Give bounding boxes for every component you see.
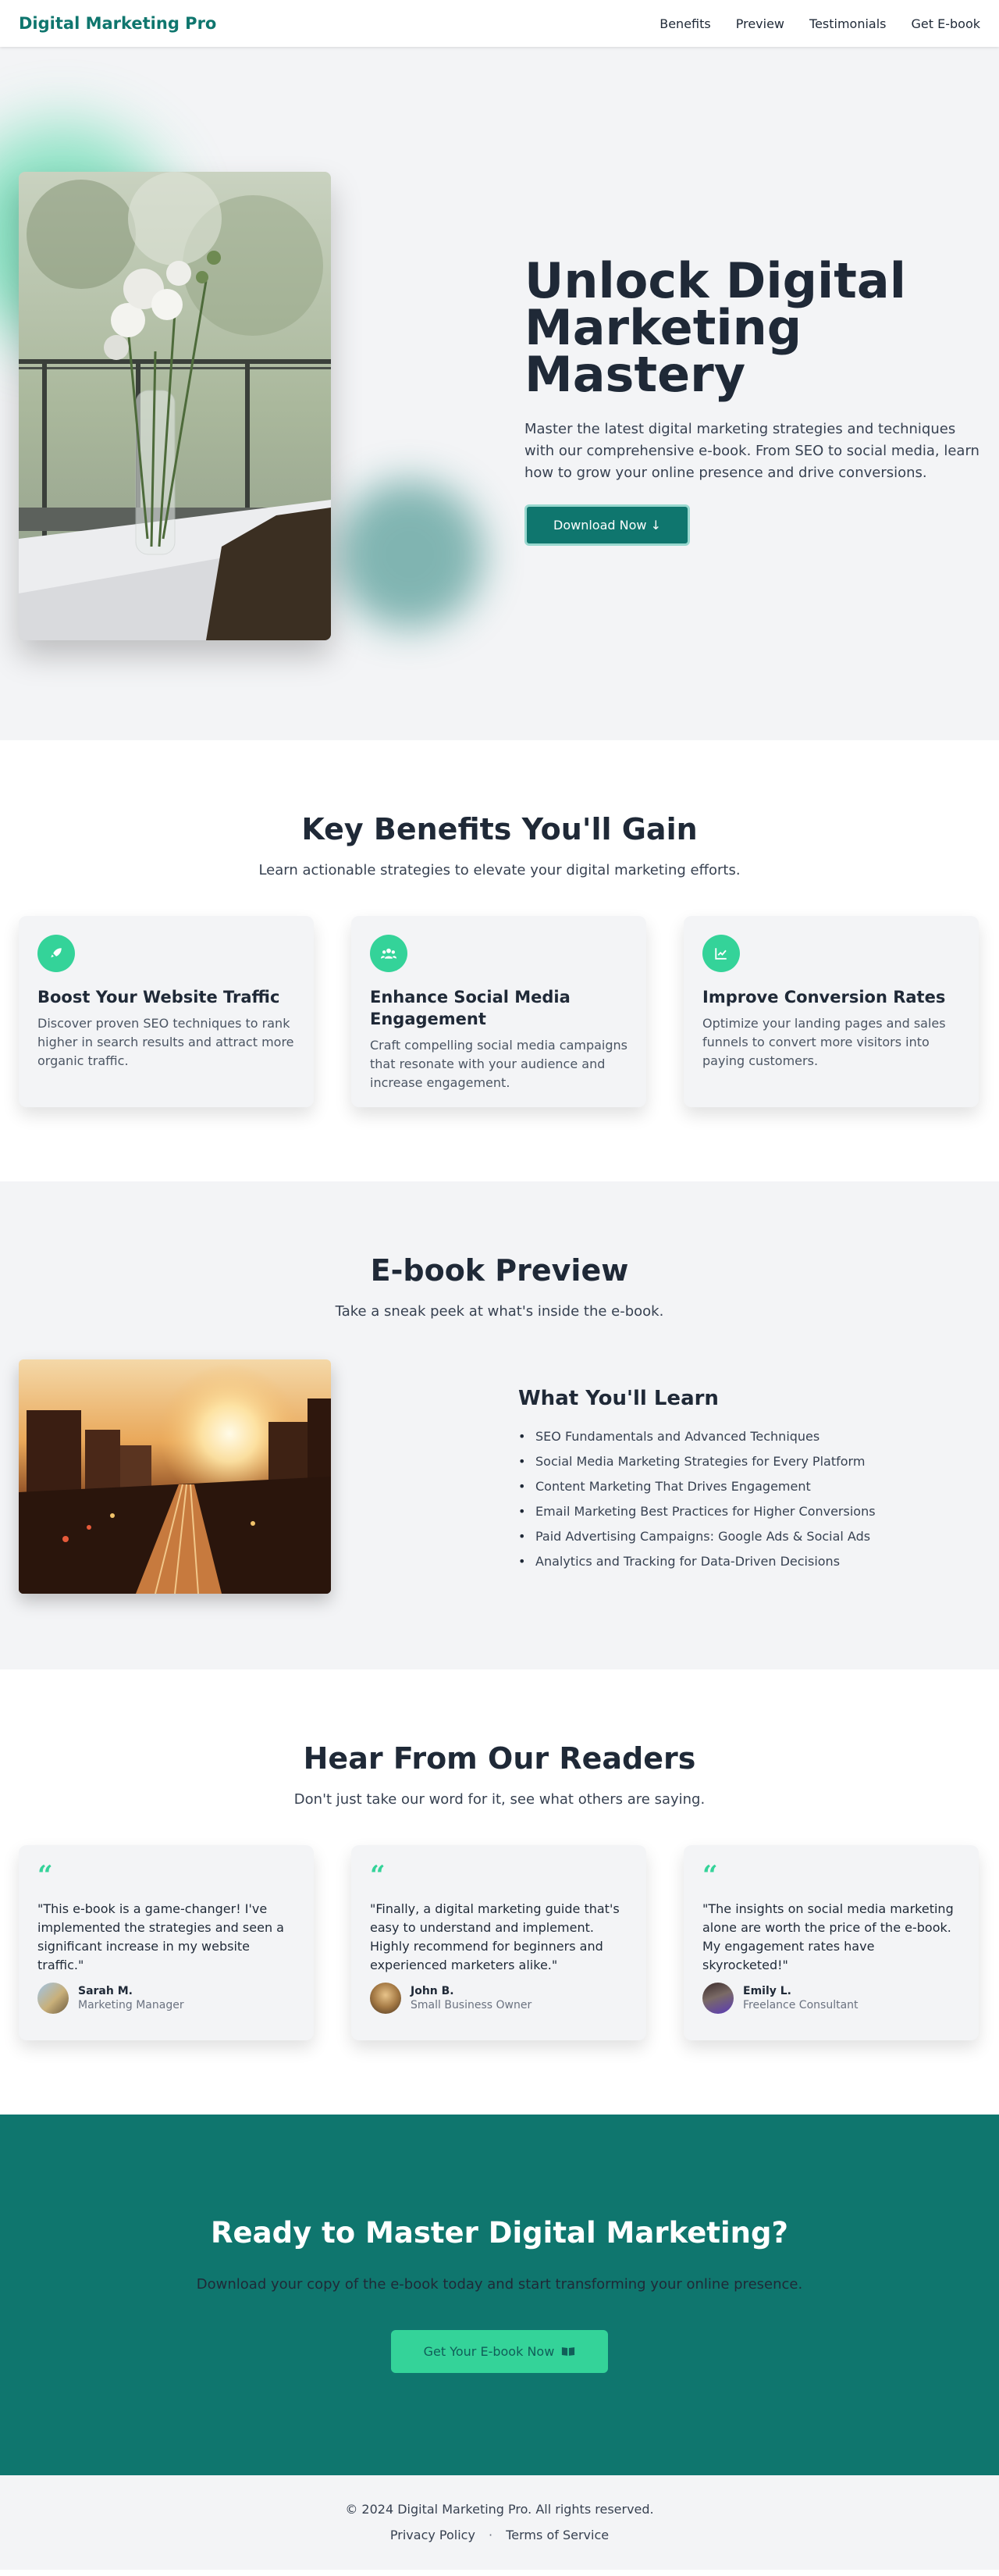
quote-icon: “	[702, 1860, 718, 1891]
footer-copyright: © 2024 Digital Marketing Pro. All rights…	[345, 2502, 654, 2517]
cta-subtitle: Download your copy of the e-book today a…	[196, 2276, 803, 2293]
preview-subtitle: Take a sneak peek at what's inside the e…	[335, 1303, 664, 1320]
learn-title: What You'll Learn	[518, 1387, 719, 1410]
decorative-blob	[336, 480, 484, 629]
learn-item: Social Media Marketing Strategies for Ev…	[518, 1449, 876, 1474]
author-role: Marketing Manager	[78, 1999, 184, 2011]
quote-icon: “	[37, 1860, 53, 1891]
benefits-section: Key Benefits You'll Gain Learn actionabl…	[0, 740, 999, 1181]
testimonials-title: Hear From Our Readers	[303, 1741, 696, 1776]
testimonial-quote: "Finally, a digital marketing guide that…	[370, 1901, 620, 1972]
hero-description: Master the latest digital marketing stra…	[524, 421, 979, 481]
benefit-cards: Boost Your Website Traffic Discover prov…	[19, 916, 980, 1107]
testimonial-author: John B. Small Business Owner	[370, 1983, 627, 2014]
nav-link-preview[interactable]: Preview	[736, 16, 784, 31]
top-navbar: Digital Marketing Pro Benefits Preview T…	[0, 0, 999, 47]
testimonial-card: “ "The insights on social media marketin…	[684, 1845, 979, 2040]
testimonial-cards: “ "This e-book is a game-changer! I've i…	[19, 1845, 980, 2040]
hero-section: Unlock Digital Marketing Mastery Master …	[0, 47, 999, 740]
get-ebook-button[interactable]: Get Your E-book Now	[390, 2330, 609, 2373]
privacy-policy-link[interactable]: Privacy Policy	[390, 2528, 475, 2542]
author-role: Small Business Owner	[411, 1999, 532, 2011]
footer: © 2024 Digital Marketing Pro. All rights…	[0, 2475, 999, 2570]
testimonials-subtitle: Don't just take our word for it, see wha…	[293, 1791, 706, 1808]
preview-section: E-book Preview Take a sneak peek at what…	[0, 1181, 999, 1669]
benefit-card-description: Optimize your landing pages and sales fu…	[702, 1016, 946, 1068]
get-ebook-label: Get Your E-book Now	[423, 2344, 555, 2359]
learn-list: SEO Fundamentals and Advanced Techniques…	[518, 1424, 876, 1574]
benefit-card-social: Enhance Social Media Engagement Craft co…	[351, 916, 646, 1107]
benefit-card-traffic: Boost Your Website Traffic Discover prov…	[19, 916, 314, 1107]
testimonial-card: “ "This e-book is a game-changer! I've i…	[19, 1845, 314, 2040]
testimonial-card: “ "Finally, a digital marketing guide th…	[351, 1845, 646, 2040]
city-sunset-photo	[19, 1359, 331, 1594]
testimonial-quote: "The insights on social media marketing …	[702, 1901, 954, 1972]
users-icon	[370, 935, 407, 972]
brand-logo[interactable]: Digital Marketing Pro	[19, 14, 216, 33]
hero-text: Unlock Digital Marketing Mastery Master …	[524, 252, 985, 546]
book-open-icon	[558, 2344, 575, 2359]
testimonials-section: Hear From Our Readers Don't just take ou…	[0, 1669, 999, 2115]
benefit-card-title: Enhance Social Media Engagement	[370, 988, 571, 1028]
rocket-icon	[37, 935, 75, 972]
author-name: Emily L.	[743, 1985, 791, 1997]
avatar	[37, 1983, 69, 2014]
learn-item: Paid Advertising Campaigns: Google Ads &…	[518, 1524, 876, 1549]
benefit-card-description: Discover proven SEO techniques to rank h…	[37, 1016, 294, 1068]
learn-item: Email Marketing Best Practices for Highe…	[518, 1499, 876, 1524]
testimonial-author: Sarah M. Marketing Manager	[37, 1983, 295, 2014]
benefit-card-description: Craft compelling social media campaigns …	[370, 1038, 628, 1090]
learn-item: Content Marketing That Drives Engagement	[518, 1474, 876, 1499]
avatar	[370, 1983, 401, 2014]
testimonial-quote: "This e-book is a game-changer! I've imp…	[37, 1901, 284, 1972]
hero-title: Unlock Digital Marketing Mastery	[524, 252, 906, 403]
benefits-subtitle: Learn actionable strategies to elevate y…	[258, 862, 741, 878]
avatar	[702, 1983, 734, 2014]
benefit-card-conversion: Improve Conversion Rates Optimize your l…	[684, 916, 979, 1107]
learn-panel: What You'll Learn SEO Fundamentals and A…	[518, 1387, 876, 1574]
nav-links: Benefits Preview Testimonials Get E-book	[659, 16, 980, 31]
benefit-card-title: Boost Your Website Traffic	[37, 988, 280, 1007]
benefits-title: Key Benefits You'll Gain	[301, 812, 698, 846]
nav-link-testimonials[interactable]: Testimonials	[809, 16, 887, 31]
terms-of-service-link[interactable]: Terms of Service	[506, 2528, 609, 2542]
testimonial-author: Emily L. Freelance Consultant	[702, 1983, 960, 2014]
footer-separator: ·	[489, 2528, 493, 2542]
download-now-button[interactable]: Download Now ↓	[524, 504, 690, 546]
flower-vase-photo	[19, 172, 331, 640]
author-name: Sarah M.	[78, 1985, 133, 1997]
nav-link-get-ebook[interactable]: Get E-book	[912, 16, 980, 31]
quote-icon: “	[370, 1860, 386, 1891]
author-role: Freelance Consultant	[743, 1999, 859, 2011]
footer-links: Privacy Policy · Terms of Service	[0, 2528, 999, 2542]
learn-item: Analytics and Tracking for Data-Driven D…	[518, 1549, 876, 1574]
benefit-card-title: Improve Conversion Rates	[702, 988, 946, 1007]
cta-title: Ready to Master Digital Marketing?	[211, 2216, 788, 2250]
author-name: John B.	[411, 1985, 454, 1997]
chart-line-icon	[702, 935, 740, 972]
preview-title: E-book Preview	[370, 1253, 629, 1288]
cta-section: Ready to Master Digital Marketing? Downl…	[0, 2115, 999, 2475]
download-now-label: Download Now	[553, 518, 647, 533]
hero-image	[19, 172, 331, 640]
arrow-down-icon: ↓	[650, 518, 661, 533]
preview-image	[19, 1359, 331, 1594]
learn-item: SEO Fundamentals and Advanced Techniques	[518, 1424, 876, 1449]
nav-link-benefits[interactable]: Benefits	[659, 16, 711, 31]
